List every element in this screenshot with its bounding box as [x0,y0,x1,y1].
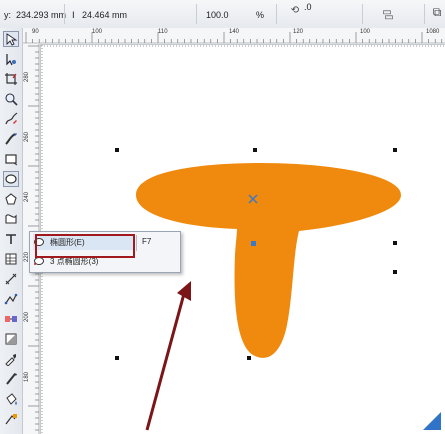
annotation-arrow [145,281,191,431]
rectangle-tool-icon[interactable] [3,151,19,167]
selection-handle[interactable] [115,356,119,360]
corner-triangle-icon [423,412,441,430]
v-ruler-label: 180 [24,371,30,382]
h-ruler-label: 90 [32,29,39,35]
node-marker[interactable] [251,241,256,246]
ellipse-shortcut: F7 [142,237,152,246]
h-ruler-label: 1080 [426,29,440,35]
outline-tool-icon[interactable] [3,371,19,387]
horizontal-ruler[interactable]: 90 100 110 140 120 100 1080 [22,28,445,45]
h-ruler-label: 140 [229,29,240,35]
separator [362,4,363,24]
selection-handle[interactable] [393,241,397,245]
text-tool-icon[interactable] [3,231,19,247]
snap-icon[interactable]: ⧉ [428,3,445,21]
selection-handle[interactable] [115,148,119,152]
selection-handle[interactable] [393,270,397,274]
separator [276,4,277,24]
transparency-tool-icon[interactable] [3,331,19,347]
v-ruler-label: 200 [24,311,30,322]
v-ruler-label: 240 [24,191,30,202]
crop-tool-icon[interactable] [3,71,19,87]
selection-handle[interactable] [247,356,251,360]
ellipse-icon [34,238,44,246]
rotation-field[interactable]: .0 [304,2,312,12]
y-position-field[interactable]: 234.293 mm [16,10,66,20]
interactive-fill-icon[interactable] [3,411,19,427]
h-ruler-label: 110 [158,29,168,35]
ellipse-menu-item[interactable]: 椭圆形(E) [33,234,133,250]
toolbox [0,28,23,434]
eyedropper-tool-icon[interactable] [3,351,19,367]
connector-tool-icon[interactable] [3,291,19,307]
shape-tool-icon[interactable] [3,51,19,67]
selection-handle[interactable] [253,148,257,152]
basic-shapes-icon[interactable] [3,211,19,227]
ellipse-flyout-menu: 椭圆形(E) F7 3 点椭圆形(3) [29,231,181,273]
blend-tool-icon[interactable] [3,311,19,327]
separator [424,4,425,24]
h-ruler-label: 120 [293,29,304,35]
freehand-tool-icon[interactable] [3,111,19,127]
selection-handle[interactable] [393,148,397,152]
three-point-ellipse-menu-item[interactable]: 3 点椭圆形(3) [33,253,133,269]
h-ruler-label: 100 [360,29,371,35]
separator [64,4,65,24]
y-label: y: [4,10,12,20]
polygon-tool-icon[interactable] [3,191,19,207]
separator [136,235,137,251]
separator [196,4,197,24]
three-point-ellipse-label: 3 点椭圆形(3) [50,256,99,266]
ellipse-tool-icon[interactable] [3,171,19,187]
property-bar: y: 234.293 mm Ⅰ 24.464 mm 100.0 % ⟲ .0 ▭… [0,0,445,29]
artistic-media-icon[interactable] [3,131,19,147]
ellipse-menu-label: 椭圆形(E) [50,237,85,247]
table-tool-icon[interactable] [3,251,19,267]
scale-unit: % [256,10,265,20]
dimension-tool-icon[interactable] [3,271,19,287]
v-ruler-label: 260 [24,131,30,142]
three-point-ellipse-icon [34,257,44,265]
height-icon: Ⅰ [72,10,75,20]
scale-field[interactable]: 100.0 [206,10,229,20]
fill-tool-icon[interactable] [3,391,19,407]
zoom-tool-icon[interactable] [3,91,19,107]
v-ruler-label: 280 [24,71,30,82]
h-ruler-label: 100 [92,29,103,35]
pick-tool-icon[interactable] [3,31,19,47]
mirror-vertical-icon[interactable]: ▭ [380,12,398,23]
rotation-icon: ⟲ [290,4,300,16]
height-field[interactable]: 24.464 mm [82,10,127,20]
